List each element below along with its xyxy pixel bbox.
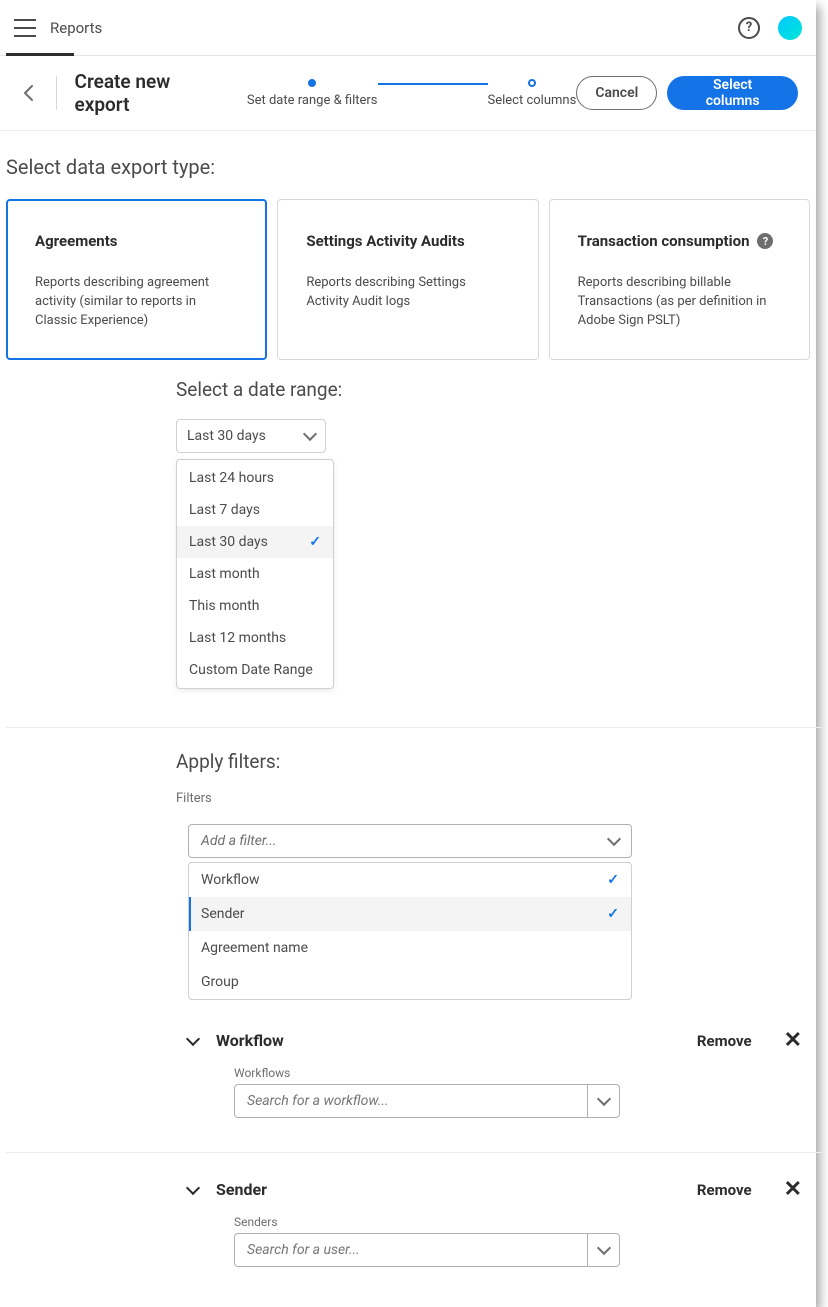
date-option-last-7-days[interactable]: Last 7 days [177, 494, 333, 526]
date-range-heading: Select a date range: [176, 378, 816, 401]
add-filter-select[interactable]: Add a filter... [188, 824, 632, 858]
card-settings-audits[interactable]: Settings Activity Audits Reports describ… [277, 199, 538, 360]
export-type-heading: Select data export type: [6, 155, 816, 179]
date-option-last-30-days[interactable]: Last 30 days✓ [177, 526, 333, 558]
select-columns-button[interactable]: Select columns [667, 76, 798, 110]
export-type-cards: Agreements Reports describing agreement … [6, 199, 816, 360]
sender-search-input[interactable] [235, 1234, 587, 1266]
close-icon[interactable]: ✕ [784, 1030, 802, 1052]
date-range-select[interactable]: Last 30 days [176, 419, 326, 453]
step-2: Select columns [488, 79, 577, 108]
date-range-menu: Last 24 hours Last 7 days Last 30 days✓ … [176, 459, 334, 689]
step-label: Select columns [488, 93, 577, 108]
combo-toggle-button[interactable] [587, 1085, 619, 1117]
step-dot-icon [308, 79, 316, 87]
card-transaction-consumption[interactable]: Transaction consumption ? Reports descri… [549, 199, 810, 360]
divider [6, 1152, 822, 1153]
page-title: Create new export [75, 70, 227, 116]
close-icon[interactable]: ✕ [784, 1179, 802, 1201]
filter-option-sender[interactable]: Sender✓ [189, 897, 631, 931]
top-nav: Reports ? [0, 0, 816, 56]
card-title: Transaction consumption ? [578, 232, 781, 250]
date-option-last-12-months[interactable]: Last 12 months [177, 622, 333, 654]
chevron-down-icon [607, 831, 621, 845]
card-desc: Reports describing billable Transactions… [578, 274, 781, 331]
back-arrow-icon[interactable] [18, 81, 42, 105]
applied-filter-sender: Sender Remove ✕ Senders [176, 1179, 816, 1267]
info-icon[interactable]: ? [757, 233, 773, 249]
filter-name: Sender [216, 1180, 267, 1199]
add-filter-placeholder: Add a filter... [201, 833, 276, 849]
collapse-icon[interactable] [186, 1180, 200, 1194]
stepper: Set date range & filters Select columns [247, 79, 576, 108]
divider [6, 727, 822, 728]
date-range-value: Last 30 days [187, 428, 266, 444]
card-title: Settings Activity Audits [306, 232, 509, 250]
applied-filter-workflow: Workflow Remove ✕ Workflows [176, 1030, 816, 1118]
step-label: Set date range & filters [247, 93, 378, 108]
subheader: Create new export Set date range & filte… [0, 56, 816, 131]
collapse-icon[interactable] [186, 1031, 200, 1045]
chevron-down-icon [596, 1240, 610, 1254]
check-icon: ✓ [607, 906, 619, 922]
workflow-search-combo [234, 1084, 620, 1118]
field-label: Workflows [234, 1066, 816, 1080]
filter-option-agreement-name[interactable]: Agreement name [189, 931, 631, 965]
cancel-button[interactable]: Cancel [576, 76, 657, 110]
card-desc: Reports describing agreement activity (s… [35, 274, 238, 331]
filter-name: Workflow [216, 1031, 284, 1050]
nav-title: Reports [50, 19, 102, 37]
card-title: Agreements [35, 232, 238, 250]
divider [56, 76, 57, 110]
date-option-last-month[interactable]: Last month [177, 558, 333, 590]
chevron-down-icon [303, 426, 317, 440]
filters-label: Filters [176, 791, 816, 806]
check-icon: ✓ [309, 534, 321, 550]
step-1: Set date range & filters [247, 79, 378, 108]
card-title-text: Transaction consumption [578, 232, 750, 250]
sender-search-combo [234, 1233, 620, 1267]
date-option-this-month[interactable]: This month [177, 590, 333, 622]
check-icon: ✓ [607, 872, 619, 888]
remove-filter-button[interactable]: Remove [697, 1032, 752, 1050]
step-dot-icon [528, 79, 536, 87]
combo-toggle-button[interactable] [587, 1234, 619, 1266]
menu-icon[interactable] [14, 19, 36, 37]
card-agreements[interactable]: Agreements Reports describing agreement … [6, 199, 267, 360]
filters-heading: Apply filters: [176, 750, 816, 773]
step-connector [378, 83, 488, 85]
date-option-custom[interactable]: Custom Date Range [177, 654, 333, 686]
filter-options-menu: Workflow✓ Sender✓ Agreement name Group [188, 862, 632, 1000]
filter-option-workflow[interactable]: Workflow✓ [189, 863, 631, 897]
remove-filter-button[interactable]: Remove [697, 1181, 752, 1199]
field-label: Senders [234, 1215, 816, 1229]
workflow-search-input[interactable] [235, 1085, 587, 1117]
card-desc: Reports describing Settings Activity Aud… [306, 274, 509, 312]
help-icon[interactable]: ? [738, 17, 760, 39]
avatar[interactable] [778, 16, 802, 40]
chevron-down-icon [596, 1091, 610, 1105]
date-option-last-24-hours[interactable]: Last 24 hours [177, 462, 333, 494]
filter-option-group[interactable]: Group [189, 965, 631, 999]
